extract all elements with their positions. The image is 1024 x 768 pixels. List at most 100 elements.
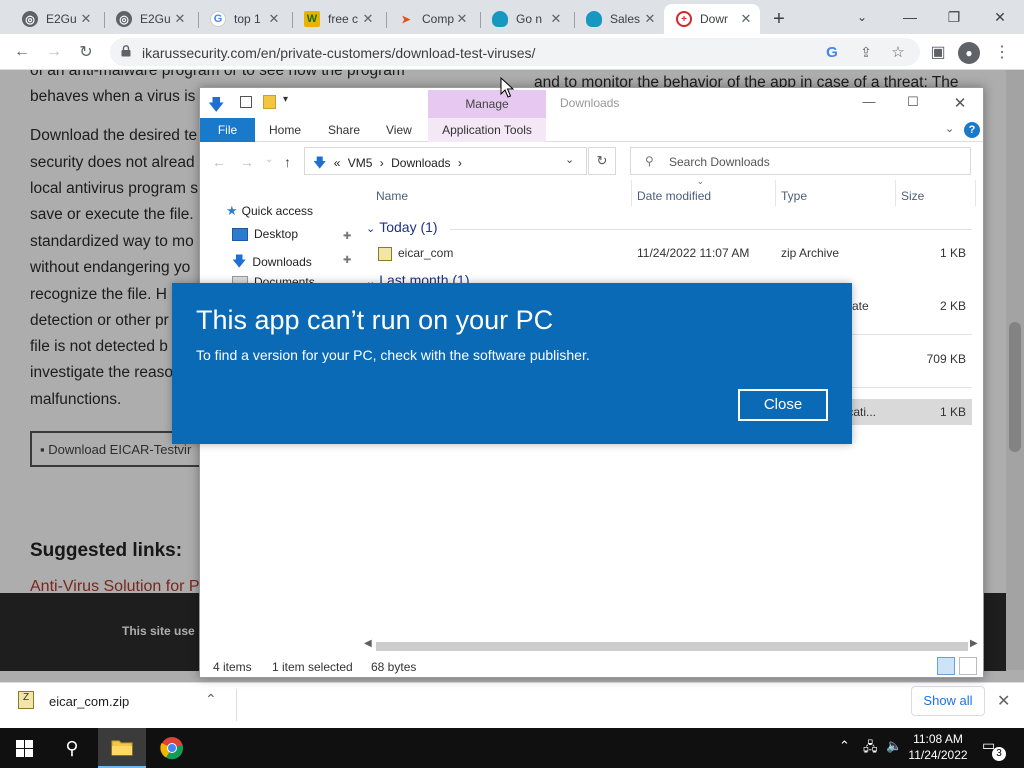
nav-item-quick-access[interactable]: ★ Quick access	[226, 203, 313, 223]
column-divider[interactable]	[975, 180, 976, 206]
menu-kebab-icon[interactable]: ⋮	[992, 42, 1012, 62]
forward-icon[interactable]: →	[44, 42, 64, 62]
tab-view[interactable]: View	[386, 118, 412, 142]
volume-icon[interactable]: 🔈	[886, 738, 902, 754]
horizontal-scrollbar-thumb[interactable]	[376, 642, 968, 651]
pin-icon[interactable]: ✚	[343, 255, 351, 266]
new-tab-label: +	[773, 7, 785, 30]
tab-home[interactable]: Home	[269, 118, 301, 142]
column-size[interactable]: Size	[901, 189, 924, 203]
breadcrumb-separator[interactable]: ›	[458, 156, 462, 170]
file-size: 1 KB	[939, 405, 966, 419]
properties-icon[interactable]	[240, 96, 252, 108]
large-icons-view-icon[interactable]	[959, 657, 977, 675]
breadcrumb-overflow[interactable]: «	[334, 156, 341, 170]
download-filename[interactable]: eicar_com.zip	[49, 694, 129, 709]
new-folder-icon[interactable]	[263, 95, 276, 109]
tab-share[interactable]: Share	[328, 118, 360, 142]
show-all-button[interactable]: Show all	[911, 686, 985, 716]
manage-tab[interactable]: Manage	[428, 90, 546, 118]
browser-tab[interactable]: ◎ E2Gu ✕	[104, 4, 194, 34]
breadcrumb-separator[interactable]: ›	[380, 156, 384, 170]
tab-application-tools[interactable]: Application Tools	[428, 118, 546, 142]
address-bar[interactable]: ikarussecurity.com/en/private-customers/…	[110, 38, 920, 66]
close-tab-icon[interactable]: ✕	[454, 11, 470, 27]
address-dropdown-icon[interactable]: ⌄	[565, 153, 574, 166]
system-clock[interactable]: 11:08 AM 11/24/2022	[906, 731, 970, 763]
column-date-modified[interactable]: Date modified	[637, 189, 711, 203]
close-tab-icon[interactable]: ✕	[738, 11, 754, 27]
column-name[interactable]: Name	[376, 189, 408, 203]
search-icon[interactable]: ⚲	[48, 728, 96, 768]
browser-tab[interactable]: ➤ Comp ✕	[386, 4, 476, 34]
browser-tab[interactable]: Go n ✕	[480, 4, 570, 34]
table-row[interactable]: eicar_com 11/24/2022 11:07 AM zip Archiv…	[360, 240, 972, 266]
close-button[interactable]: Close	[738, 389, 828, 421]
close-tab-icon[interactable]: ✕	[172, 11, 188, 27]
browser-tab-active[interactable]: + Dowr ✕	[664, 4, 760, 34]
down-arrow-icon[interactable]: 🡇	[208, 94, 224, 121]
help-icon[interactable]: ?	[964, 122, 980, 138]
zip-file-icon	[378, 246, 392, 261]
horizontal-scrollbar[interactable]: ◀ ▶	[360, 638, 983, 654]
bookmark-star-icon[interactable]: ☆	[888, 42, 908, 62]
reload-icon[interactable]: ↻	[76, 42, 96, 62]
chevron-up-icon[interactable]: ⌃	[839, 738, 850, 754]
column-divider[interactable]	[895, 180, 896, 206]
scroll-left-icon[interactable]: ◀	[364, 638, 372, 649]
profile-icon[interactable]: ●	[958, 42, 980, 64]
network-icon[interactable]: 🖧	[863, 738, 878, 760]
customize-toolbar-icon[interactable]: ▾	[283, 94, 288, 105]
breadcrumb-downloads[interactable]: Downloads	[391, 156, 450, 170]
group-today[interactable]: ⌄ Today (1)	[366, 219, 438, 235]
google-lens-icon[interactable]: G	[822, 42, 842, 62]
minimize-icon[interactable]: —	[854, 94, 884, 109]
back-icon[interactable]: ←	[12, 42, 32, 62]
close-tab-icon[interactable]: ✕	[548, 11, 564, 27]
close-window-icon[interactable]: ✕	[980, 4, 1020, 30]
close-tab-icon[interactable]: ✕	[642, 11, 658, 27]
browser-tab[interactable]: ◎ E2Gu ✕	[10, 4, 100, 34]
tab-file[interactable]: File	[200, 118, 255, 142]
column-type[interactable]: Type	[781, 189, 807, 203]
restore-icon[interactable]: ❐	[934, 4, 974, 30]
recent-locations-icon[interactable]: ⌄	[265, 154, 273, 165]
close-tab-icon[interactable]: ✕	[78, 11, 94, 27]
nav-item-desktop[interactable]: Desktop	[232, 227, 298, 247]
new-tab-button[interactable]: +	[764, 4, 794, 34]
pin-icon[interactable]: ✚	[343, 231, 351, 242]
explorer-address-bar[interactable]: 🡇 « VM5 › Downloads › ⌄	[304, 147, 587, 175]
chrome-icon: ◎	[116, 11, 132, 27]
tab-title: E2Gu	[140, 12, 171, 26]
close-download-bar-icon[interactable]: ✕	[997, 691, 1010, 711]
close-tab-icon[interactable]: ✕	[360, 11, 376, 27]
tab-search-icon[interactable]: ⌄	[842, 4, 882, 30]
details-view-icon[interactable]	[937, 657, 955, 675]
chrome-taskbar-icon[interactable]	[148, 728, 196, 768]
scroll-right-icon[interactable]: ▶	[970, 638, 978, 649]
maximize-icon[interactable]: ☐	[898, 94, 928, 110]
side-panel-icon[interactable]: ▣	[928, 42, 948, 62]
browser-tab[interactable]: Sales ✕	[574, 4, 664, 34]
breadcrumb-vm5[interactable]: VM5	[348, 156, 373, 170]
browser-tab[interactable]: G top 1 ✕	[198, 4, 288, 34]
browser-tab[interactable]: W free c ✕	[292, 4, 382, 34]
windows-start-icon[interactable]	[0, 728, 48, 768]
tab-title: Sales	[610, 12, 641, 26]
close-tab-icon[interactable]: ✕	[266, 11, 282, 27]
chevron-up-icon[interactable]: ⌃	[205, 691, 217, 708]
refresh-icon[interactable]: ↻	[588, 147, 616, 175]
close-icon[interactable]: ✕	[945, 94, 975, 112]
back-icon[interactable]: ←	[212, 154, 226, 170]
chevron-down-icon[interactable]: ⌄	[945, 122, 954, 135]
column-divider[interactable]	[631, 180, 632, 206]
minimize-icon[interactable]: —	[890, 4, 930, 30]
search-placeholder: Search Downloads	[669, 155, 770, 169]
share-icon[interactable]: ⇪	[856, 42, 876, 62]
search-input[interactable]: ⚲ Search Downloads	[630, 147, 971, 175]
forward-icon[interactable]: →	[240, 154, 254, 170]
column-divider[interactable]	[775, 180, 776, 206]
nav-item-downloads[interactable]: 🡇 Downloads	[232, 251, 312, 271]
up-arrow-icon[interactable]: ↑	[284, 154, 291, 170]
file-explorer-taskbar-icon[interactable]	[98, 728, 146, 768]
